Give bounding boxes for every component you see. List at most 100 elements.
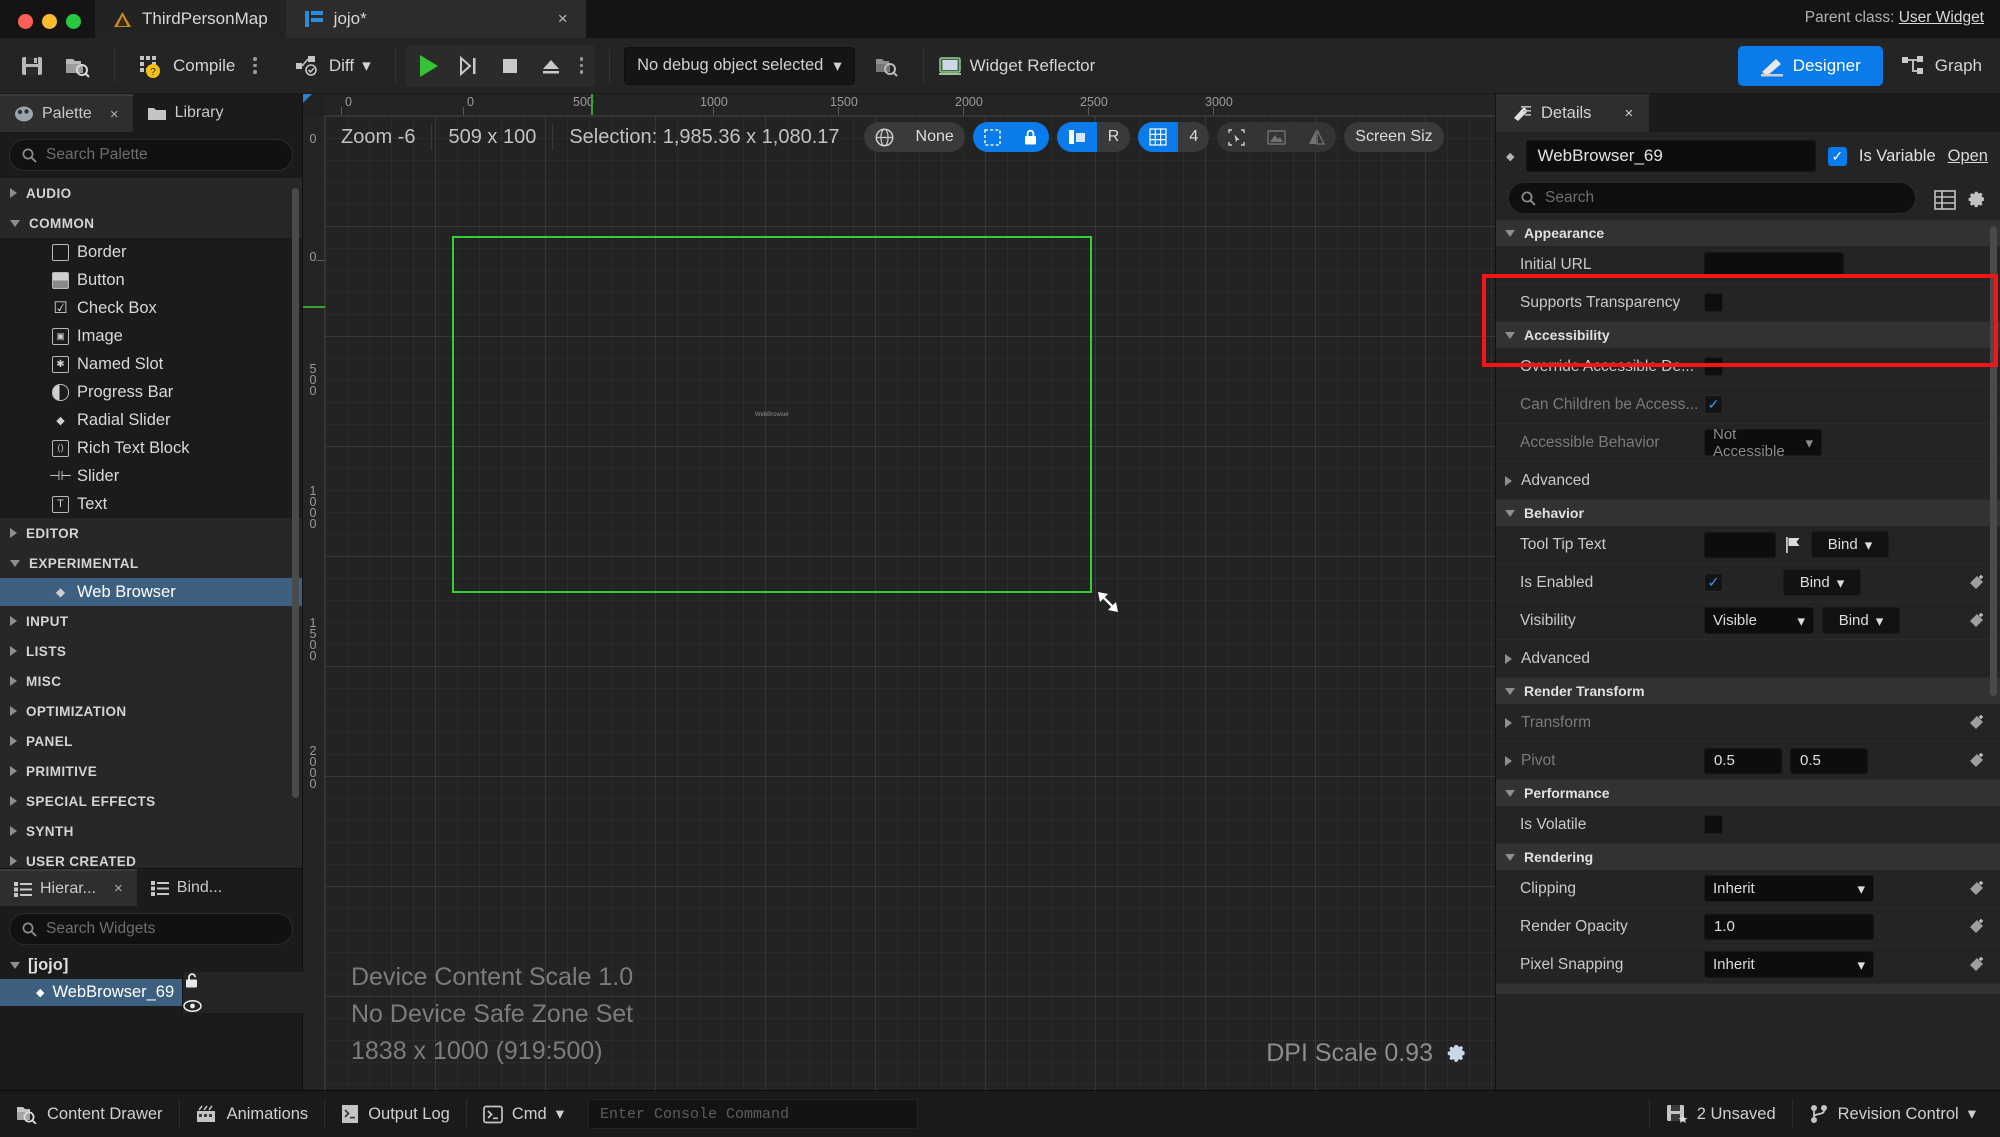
palette-scrollbar[interactable] [292, 188, 299, 798]
widget-name-input[interactable]: WebBrowser_69 [1526, 140, 1816, 172]
gear-icon[interactable] [1962, 189, 2000, 211]
initial-url-input[interactable] [1704, 251, 1844, 278]
hierarchy-node-webbrowser[interactable]: ◆ WebBrowser_69 [0, 972, 688, 1013]
render-opacity-input[interactable]: 1.0 [1704, 913, 1874, 940]
is-volatile-checkbox[interactable] [1704, 815, 1723, 834]
compile-button[interactable]: ? Compile [129, 46, 245, 86]
rotation-r-label[interactable]: R [1097, 122, 1131, 152]
override-accessible-checkbox[interactable] [1704, 357, 1723, 376]
gear-icon[interactable] [1445, 1042, 1469, 1066]
close-icon[interactable]: × [1624, 105, 1633, 122]
dashed-rect-icon[interactable] [972, 122, 1012, 152]
design-canvas[interactable]: Zoom -6 509 x 100 Selection: 1,985.36 x … [325, 116, 1495, 1090]
palette-item-border[interactable]: Border [0, 238, 302, 266]
section-navigation-partial[interactable] [1496, 984, 2000, 994]
reset-to-default-icon[interactable] [1967, 611, 1986, 630]
unsaved-button[interactable]: 2 Unsaved [1650, 1097, 1792, 1131]
reset-to-default-icon[interactable] [1967, 879, 1986, 898]
tab-graph[interactable]: Graph [1883, 55, 2000, 77]
content-drawer-button[interactable]: Content Drawer [0, 1097, 179, 1131]
details-scrollbar[interactable] [1990, 226, 1997, 696]
palette-item-button[interactable]: Button [0, 266, 302, 294]
reset-to-default-icon[interactable] [1967, 573, 1986, 592]
palette-item-radial-slider[interactable]: ◆ Radial Slider [0, 406, 302, 434]
palette-category-common[interactable]: COMMON [0, 208, 302, 238]
section-accessibility[interactable]: Accessibility [1496, 322, 2000, 348]
close-icon[interactable]: × [510, 9, 568, 29]
clipping-dropdown[interactable]: Inherit ▾ [1704, 875, 1874, 902]
palette-item-progress-bar[interactable]: Progress Bar [0, 378, 302, 406]
diff-button[interactable]: Diff ▾ [285, 46, 381, 86]
reset-to-default-icon[interactable] [1967, 751, 1986, 770]
section-behavior[interactable]: Behavior [1496, 500, 2000, 526]
supports-transparency-checkbox[interactable] [1704, 293, 1723, 312]
is-variable-checkbox[interactable]: ✓ [1827, 146, 1847, 166]
section-performance[interactable]: Performance [1496, 780, 2000, 806]
eject-button[interactable] [530, 46, 572, 86]
palette-category-synth[interactable]: SYNTH [0, 816, 302, 846]
screen-size-label[interactable]: Screen Siz [1344, 122, 1443, 152]
palette-category-misc[interactable]: MISC [0, 666, 302, 696]
section-appearance[interactable]: Appearance [1496, 220, 2000, 246]
play-button[interactable] [410, 46, 448, 86]
palette-item-slider[interactable]: ⊣⊢ Slider [0, 462, 302, 490]
minimize-window-button[interactable] [42, 14, 57, 29]
tab-third-person-map[interactable]: ThirdPersonMap [95, 0, 286, 38]
visibility-dropdown[interactable]: Visible ▾ [1704, 607, 1814, 634]
visibility-bind-button[interactable]: Bind ▾ [1822, 607, 1900, 634]
selected-widget-outline[interactable]: WebBrowser [452, 236, 1092, 593]
palette-list[interactable]: AUDIO COMMON Border Button ☑ Check Box ▣… [0, 178, 302, 868]
snapping-pill[interactable] [972, 122, 1049, 152]
tab-designer[interactable]: Designer [1737, 45, 1883, 86]
tab-palette[interactable]: Palette × [0, 94, 133, 132]
grid-snap-pill[interactable]: 4 [1138, 122, 1210, 152]
compile-options-button[interactable] [245, 57, 265, 74]
image-preview-icon[interactable] [1256, 122, 1297, 152]
browse-debug-button[interactable] [865, 46, 909, 86]
palette-item-check-box[interactable]: ☑ Check Box [0, 294, 302, 322]
property-row-advanced-behavior[interactable]: Advanced [1496, 640, 2000, 678]
palette-category-lists[interactable]: LISTS [0, 636, 302, 666]
search-widgets-input[interactable]: Search Widgets [9, 913, 293, 945]
close-icon[interactable]: × [110, 106, 119, 123]
palette-category-optimization[interactable]: OPTIMIZATION [0, 696, 302, 726]
zoom-level-label[interactable]: Zoom -6 [325, 126, 431, 149]
flag-icon[interactable] [1784, 535, 1803, 554]
palette-item-named-slot[interactable]: ✱ Named Slot [0, 350, 302, 378]
palette-category-user-created[interactable]: USER CREATED [0, 846, 302, 868]
localization-none-label[interactable]: None [905, 122, 965, 152]
view-options-pill[interactable] [1217, 122, 1337, 152]
section-render-transform[interactable]: Render Transform [1496, 678, 2000, 704]
globe-icon[interactable] [864, 122, 905, 152]
palette-category-editor[interactable]: EDITOR [0, 518, 302, 548]
widget-reflector-button[interactable]: Widget Reflector [928, 46, 1106, 86]
tab-details[interactable]: Details × [1496, 94, 1650, 132]
reset-to-default-icon[interactable] [1967, 917, 1986, 936]
pivot-x-input[interactable]: 0.5 [1704, 747, 1782, 774]
output-log-button[interactable]: Output Log [325, 1097, 466, 1131]
lock-icon[interactable] [1011, 122, 1049, 152]
palette-category-panel[interactable]: PANEL [0, 726, 302, 756]
grid-icon[interactable] [1138, 122, 1179, 152]
pivot-y-input[interactable]: 0.5 [1790, 747, 1868, 774]
close-icon[interactable]: × [114, 880, 123, 897]
tab-library[interactable]: Library [133, 94, 238, 132]
play-options-button[interactable] [572, 57, 592, 74]
is-enabled-bind-button[interactable]: Bind ▾ [1783, 569, 1861, 596]
snap-icon[interactable] [1056, 122, 1097, 152]
palette-item-rich-text-block[interactable]: ⟨⟩ Rich Text Block [0, 434, 302, 462]
grid-size-value[interactable]: 4 [1178, 122, 1209, 152]
screen-size-dropdown[interactable]: Screen Siz [1344, 122, 1444, 152]
reset-to-default-icon[interactable] [1967, 955, 1986, 974]
parent-class-link[interactable]: User Widget [1899, 9, 1984, 26]
palette-category-primitive[interactable]: PRIMITIVE [0, 756, 302, 786]
palette-item-image[interactable]: ▣ Image [0, 322, 302, 350]
resize-handle-bottom-right[interactable] [1092, 586, 1128, 622]
tooltip-text-input[interactable] [1704, 531, 1776, 558]
browse-button[interactable] [54, 46, 100, 86]
tab-hierarchy[interactable]: Hierar... × [0, 869, 137, 906]
rotation-snap-pill[interactable]: R [1056, 122, 1131, 152]
palette-category-experimental[interactable]: EXPERIMENTAL [0, 548, 302, 578]
open-link[interactable]: Open [1948, 147, 1988, 166]
is-enabled-checkbox[interactable]: ✓ [1704, 573, 1723, 592]
